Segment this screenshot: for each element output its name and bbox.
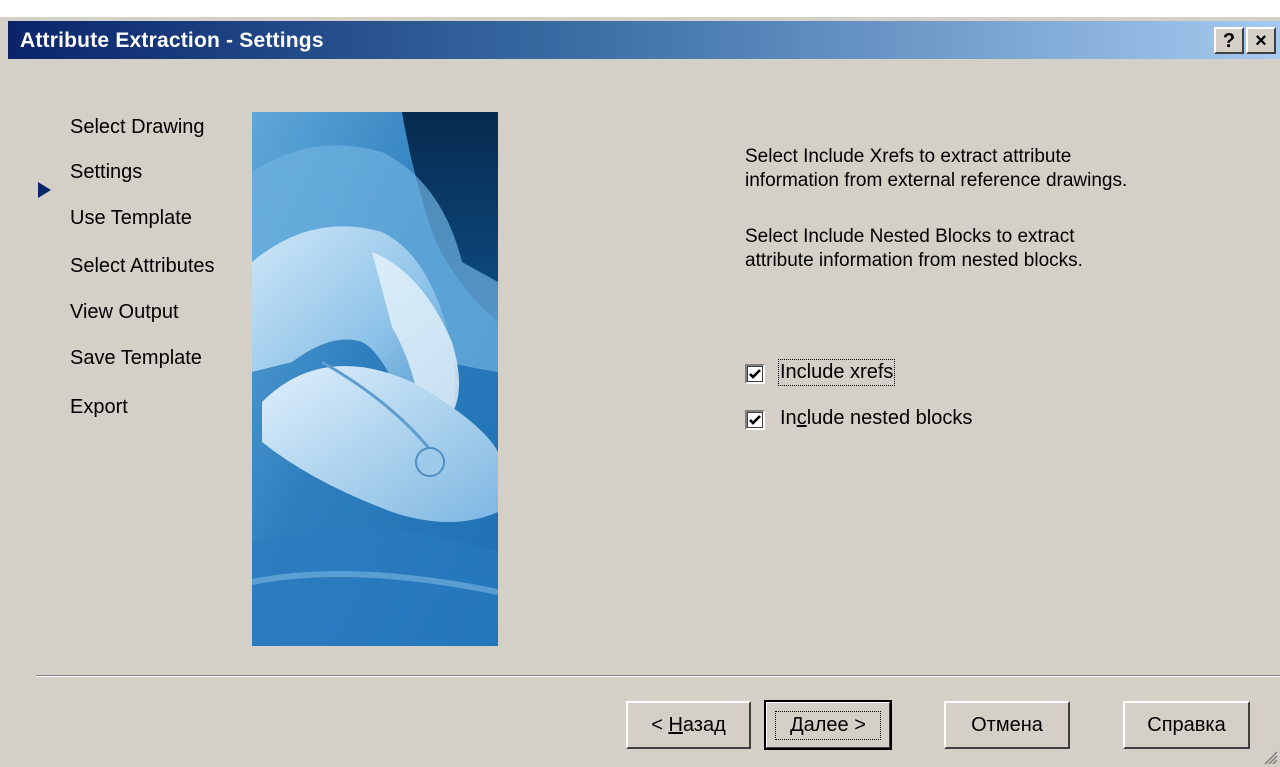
resize-grip-icon[interactable]	[1262, 749, 1278, 765]
attribute-extraction-dialog: Attribute Extraction - Settings ? × Sele…	[0, 16, 1280, 767]
cancel-button[interactable]: Отмена	[944, 701, 1070, 749]
back-button-label: < Назад	[651, 713, 726, 736]
step-export: Export	[70, 396, 128, 418]
xrefs-description-line2: information from external reference draw…	[745, 170, 1128, 191]
label-mnemonic: c	[796, 407, 807, 429]
label-part: lude nested blocks	[806, 407, 973, 429]
nested-description-line2: attribute information from nested blocks…	[745, 250, 1083, 271]
include-nested-blocks-checkbox[interactable]	[745, 410, 765, 430]
checkmark-icon	[749, 415, 761, 425]
step-select-drawing: Select Drawing	[70, 116, 205, 138]
wizard-banner-image	[252, 112, 498, 646]
include-xrefs-checkbox[interactable]	[745, 364, 765, 384]
include-xrefs-label[interactable]: Include xrefs	[777, 359, 896, 386]
step-settings: Settings	[70, 161, 143, 183]
question-mark-icon: ?	[1222, 29, 1236, 52]
step-use-template: Use Template	[70, 207, 192, 229]
close-title-button[interactable]: ×	[1246, 27, 1276, 54]
help-button-label: Справка	[1147, 713, 1226, 736]
help-title-button[interactable]: ?	[1214, 27, 1244, 54]
label-part: In	[780, 407, 797, 429]
checkmark-icon	[749, 369, 761, 379]
nested-description-line1: Select Include Nested Blocks to extract	[745, 226, 1075, 247]
next-button-label: Далее >	[775, 710, 881, 740]
play-arrow-icon	[38, 182, 51, 198]
next-button[interactable]: Далее >	[764, 700, 892, 750]
window-title: Attribute Extraction - Settings	[20, 29, 324, 52]
separator-highlight	[36, 676, 1280, 677]
include-nested-blocks-label[interactable]: Include nested blocks	[780, 407, 972, 430]
xrefs-description-line1: Select Include Xrefs to extract attribut…	[745, 146, 1072, 167]
step-save-template: Save Template	[70, 347, 202, 369]
close-icon: ×	[1255, 29, 1267, 52]
title-bar[interactable]: Attribute Extraction - Settings ? ×	[8, 21, 1280, 59]
cancel-button-label: Отмена	[971, 713, 1043, 736]
help-button[interactable]: Справка	[1123, 701, 1250, 749]
step-select-attributes: Select Attributes	[70, 255, 215, 277]
step-view-output: View Output	[70, 301, 179, 323]
back-button[interactable]: < Назад	[626, 701, 751, 749]
